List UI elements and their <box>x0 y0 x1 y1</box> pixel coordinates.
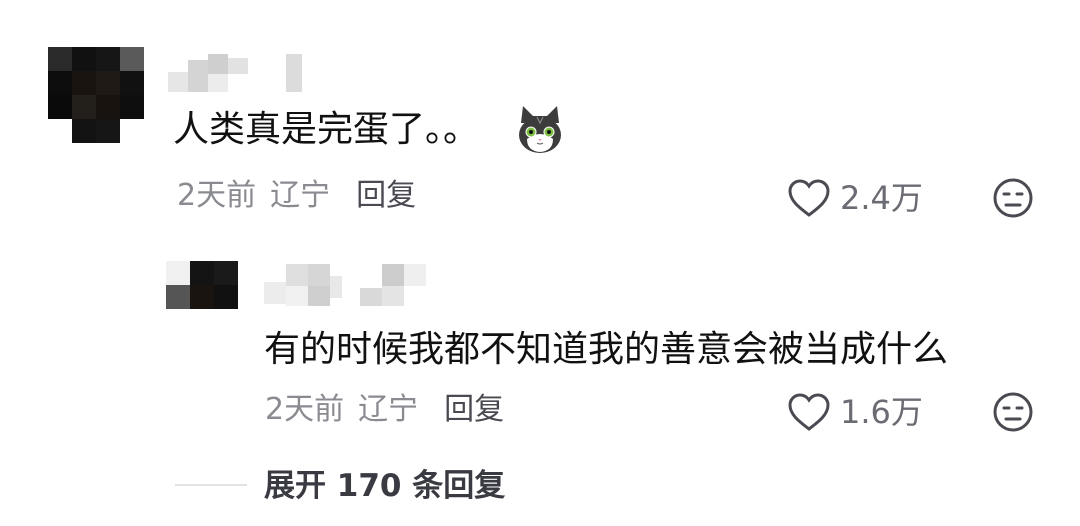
heart-outline-icon <box>788 393 830 431</box>
expand-divider <box>175 484 247 486</box>
reply-location: 辽宁 <box>358 392 419 427</box>
reply-text: 有的时候我都不知道我的善意会被当成什么 <box>264 329 949 370</box>
comment-reply-button[interactable]: 回复 <box>356 176 416 216</box>
replier-name-redacted[interactable] <box>264 262 434 310</box>
replier-avatar[interactable] <box>166 261 238 309</box>
comment-meta: 2天前 辽宁 回复 <box>177 176 416 216</box>
reply-time: 2天前 <box>265 392 345 427</box>
unhappy-face-icon[interactable] <box>992 177 1034 219</box>
comment-time: 2天前 <box>177 178 257 213</box>
reply-reply-button[interactable]: 回复 <box>444 390 504 430</box>
comment-location: 辽宁 <box>270 178 331 213</box>
reply-like-button[interactable]: 1.6万 <box>786 391 923 433</box>
comment-like-count: 2.4万 <box>840 179 923 217</box>
comment-text: 人类真是完蛋了。。 <box>173 109 480 150</box>
commenter-avatar[interactable] <box>48 47 144 143</box>
heart-outline-icon <box>788 179 830 217</box>
grey-cat-sticker-icon <box>519 106 561 153</box>
unhappy-face-icon[interactable] <box>992 391 1034 433</box>
expand-replies-button[interactable]: 展开 170 条回复 <box>264 464 505 508</box>
reply-like-count: 1.6万 <box>840 393 923 431</box>
comment-like-button[interactable]: 2.4万 <box>786 177 923 219</box>
reply-meta: 2天前 辽宁 回复 <box>265 390 504 430</box>
commenter-name-redacted[interactable] <box>168 48 308 96</box>
